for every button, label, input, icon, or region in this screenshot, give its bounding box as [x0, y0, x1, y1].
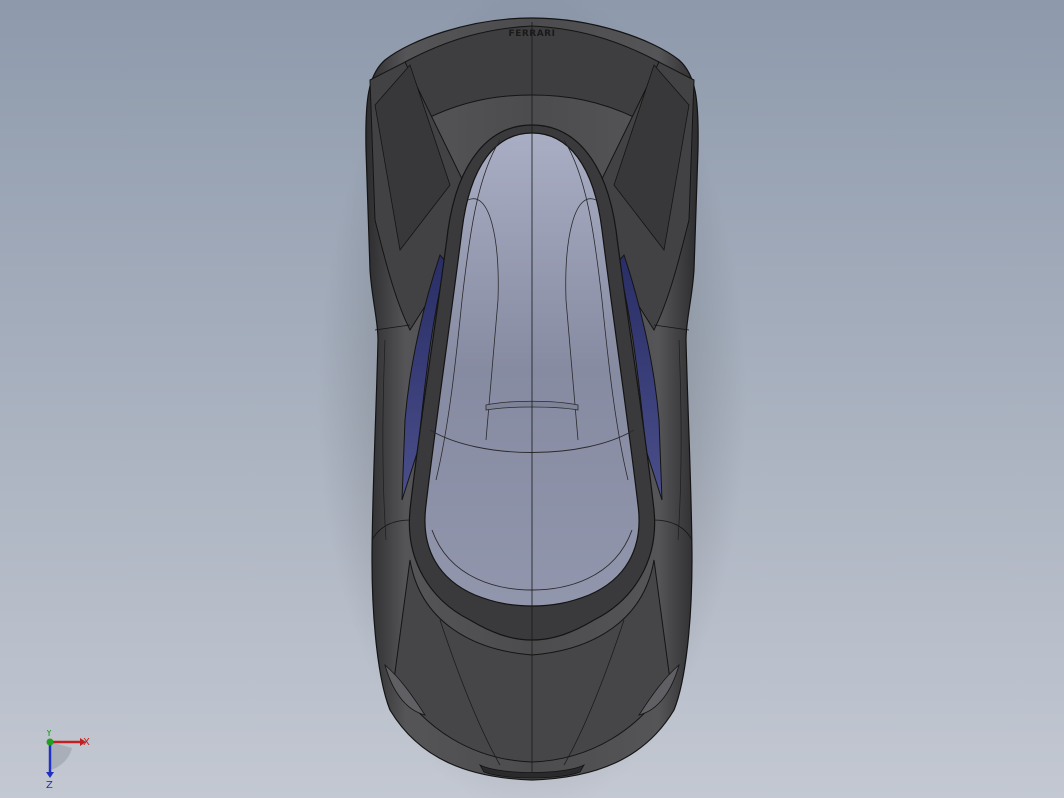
z-axis-label: Z — [46, 780, 53, 790]
z-axis-arrow-icon — [46, 772, 54, 778]
y-axis-label: Y — [45, 730, 53, 739]
coordinate-triad: X Y Z — [45, 730, 90, 790]
graphics-viewport[interactable]: FERRARI X Y Z — [0, 0, 1064, 798]
car-model[interactable]: FERRARI — [0, 0, 1064, 798]
y-axis-icon — [46, 738, 54, 746]
triad-plane-shadow — [50, 742, 72, 770]
x-axis-label: X — [83, 737, 90, 748]
